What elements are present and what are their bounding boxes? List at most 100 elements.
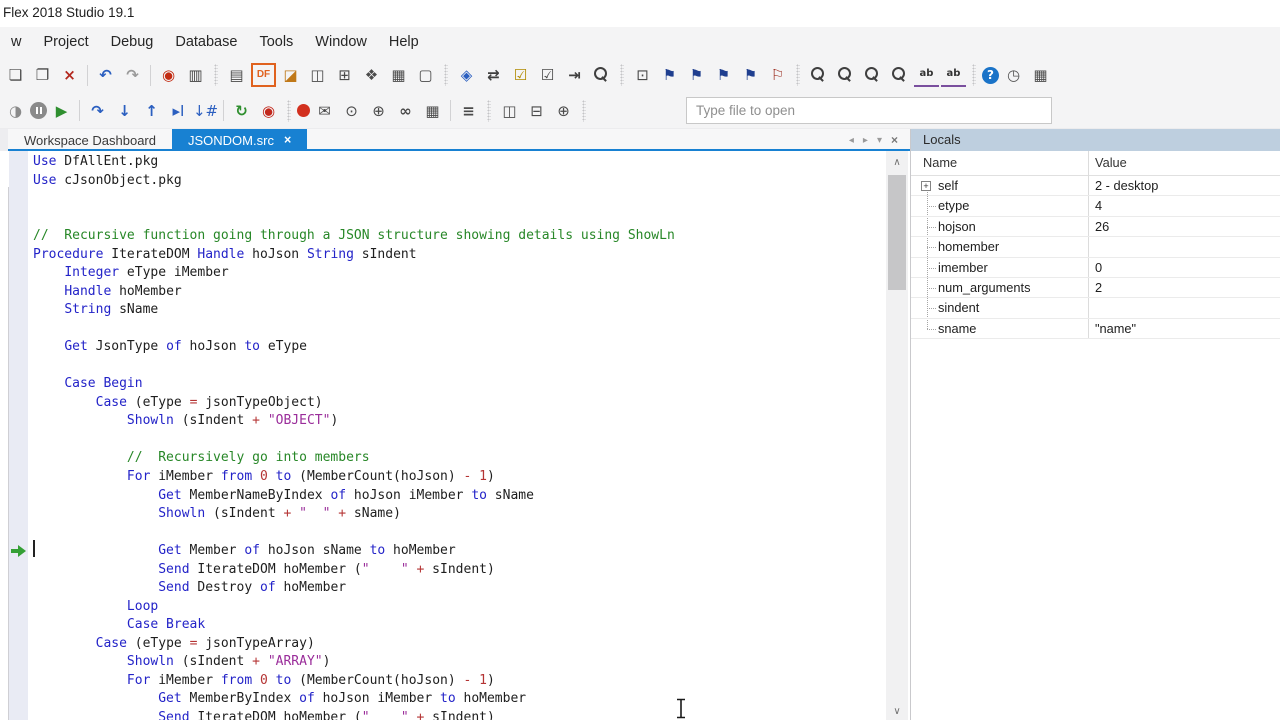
clear-bookmarks-icon[interactable]: ⚐ <box>765 63 790 87</box>
step-over-icon[interactable]: ↷ <box>85 99 110 123</box>
find-next-icon[interactable] <box>860 63 885 87</box>
run-to-cursor-icon[interactable]: ▸I <box>166 99 191 123</box>
toolbar-drag-handle[interactable] <box>972 64 976 86</box>
paste-icon[interactable]: ❐ <box>30 63 55 87</box>
clipboard-check-icon[interactable]: ☑ <box>535 63 560 87</box>
tag-window-icon[interactable]: ⊡ <box>630 63 655 87</box>
file-preview-icon[interactable] <box>589 63 614 87</box>
toolbar-drag-handle[interactable] <box>287 100 291 122</box>
code-line: Send Destroy of hoMember <box>33 579 346 598</box>
expand-icon[interactable]: + <box>921 181 931 191</box>
locals-window-icon[interactable]: ⊕ <box>366 99 391 123</box>
code-line: Use DfAllEnt.pkg <box>33 153 158 172</box>
set-next-statement-icon[interactable]: ↓# <box>193 99 218 123</box>
menu-tools[interactable]: Tools <box>248 30 304 54</box>
code-line: Handle hoMember <box>33 283 182 302</box>
locals-row-homember[interactable]: homember <box>911 237 1280 257</box>
tab-scroll-left-icon[interactable]: ◂ <box>849 135 854 146</box>
code-line: For iMember from 0 to (MemberCount(hoJso… <box>33 672 495 691</box>
redo-icon[interactable]: ↷ <box>120 63 145 87</box>
watch-window-icon[interactable]: ⊙ <box>339 99 364 123</box>
step-out-icon[interactable]: ↑ <box>139 99 164 123</box>
color-palette-icon[interactable]: ❖ <box>359 63 384 87</box>
run-icon[interactable]: ◑ <box>3 99 28 123</box>
find-prev-icon[interactable] <box>833 63 858 87</box>
toolbar-drag-handle[interactable] <box>796 64 800 86</box>
locals-row-num_arguments[interactable]: num_arguments2 <box>911 278 1280 298</box>
toolbar-drag-handle[interactable] <box>582 100 586 122</box>
database-explorer-icon[interactable]: ◫ <box>305 63 330 87</box>
restart-icon[interactable]: ↻ <box>229 99 254 123</box>
tab-scroll-right-icon[interactable]: ▸ <box>863 135 868 146</box>
bookmark-next-icon[interactable]: ⚑ <box>711 63 736 87</box>
tab-jsondom-src[interactable]: JSONDOM.src× <box>172 129 307 151</box>
tab-close-icon[interactable]: × <box>891 133 898 147</box>
properties-icon[interactable]: ▤ <box>224 63 249 87</box>
web-db-icon[interactable]: ⊕ <box>551 99 576 123</box>
print-icon[interactable]: ▥ <box>183 63 208 87</box>
locals-row-sindent[interactable]: sindent <box>911 298 1280 318</box>
find-in-files-icon[interactable] <box>887 63 912 87</box>
window-layout-icon[interactable]: ▦ <box>1028 63 1053 87</box>
menu-database[interactable]: Database <box>164 30 248 54</box>
copy-icon[interactable]: ❏ <box>3 63 28 87</box>
file-open-input[interactable] <box>686 97 1052 124</box>
help-icon[interactable]: ? <box>982 67 999 84</box>
bookmark-first-icon[interactable]: ⚑ <box>657 63 682 87</box>
replace-in-files-icon[interactable]: ab <box>941 63 966 87</box>
find-icon[interactable] <box>806 63 831 87</box>
db-builder-icon[interactable]: ⊟ <box>524 99 549 123</box>
debug-run-icon[interactable]: ▶ <box>49 99 74 123</box>
delete-icon[interactable]: × <box>57 63 82 87</box>
code-line: Send IterateDOM hoMember (" " + sIndent) <box>33 709 495 720</box>
email-icon[interactable]: ✉ <box>312 99 337 123</box>
export-file-icon[interactable]: ⇥ <box>562 63 587 87</box>
image-check-icon[interactable]: ☑ <box>508 63 533 87</box>
menu-window[interactable]: Window <box>304 30 378 54</box>
callstack-window-icon[interactable]: ▦ <box>420 99 445 123</box>
editor-scrollbar[interactable]: ∧ ∨ <box>886 151 908 720</box>
autos-window-icon[interactable]: ∞ <box>393 99 418 123</box>
compile-icon[interactable]: ◈ <box>454 63 479 87</box>
db-table-icon[interactable]: ◫ <box>497 99 522 123</box>
column-header-name[interactable]: Name <box>923 155 957 170</box>
tab-workspace-dashboard[interactable]: Workspace Dashboard <box>8 129 172 151</box>
scrollbar-thumb[interactable] <box>888 175 906 290</box>
replace-icon[interactable]: ab <box>914 63 939 87</box>
locals-row-self[interactable]: +self2 - desktop <box>911 176 1280 196</box>
pause-icon[interactable] <box>30 102 47 119</box>
column-header-value[interactable]: Value <box>1095 155 1127 170</box>
locals-row-sname[interactable]: sname"name" <box>911 319 1280 339</box>
image-export-icon[interactable]: ◪ <box>278 63 303 87</box>
code-editor[interactable]: Use DfAllEnt.pkgUse cJsonObject.pkg// Re… <box>0 151 910 720</box>
dataflex-report-icon[interactable]: DF <box>251 63 276 87</box>
undo-icon[interactable]: ↶ <box>93 63 118 87</box>
menu-debug[interactable]: Debug <box>100 30 165 54</box>
bookmark-last-icon[interactable]: ⚑ <box>738 63 763 87</box>
data-browser-icon[interactable]: ▦ <box>386 63 411 87</box>
locals-row-hojson[interactable]: hojson26 <box>911 217 1280 237</box>
locals-row-imember[interactable]: imember0 <box>911 258 1280 278</box>
tab-list-icon[interactable]: ▾ <box>877 135 882 146</box>
toolbar-drag-handle[interactable] <box>620 64 624 86</box>
scroll-up-icon[interactable]: ∧ <box>886 154 908 171</box>
check-updates-icon[interactable]: ◷ <box>1001 63 1026 87</box>
locals-row-etype[interactable]: etype4 <box>911 196 1280 216</box>
toolbar-drag-handle[interactable] <box>214 64 218 86</box>
toggle-breakpoint-icon[interactable] <box>297 104 310 117</box>
menu-project[interactable]: Project <box>32 30 99 54</box>
tab-close-icon[interactable]: × <box>284 133 291 147</box>
menu-help[interactable]: Help <box>378 30 430 54</box>
menu-w[interactable]: w <box>0 30 32 54</box>
record-macro-icon[interactable]: ◉ <box>156 63 181 87</box>
stop-debug-icon[interactable]: ◉ <box>256 99 281 123</box>
table-editor-icon[interactable]: ⊞ <box>332 63 357 87</box>
output-window-icon[interactable]: ≡ <box>456 99 481 123</box>
sync-arrows-icon[interactable]: ⇄ <box>481 63 506 87</box>
scroll-down-icon[interactable]: ∨ <box>886 703 908 720</box>
toolbar-drag-handle[interactable] <box>444 64 448 86</box>
step-into-icon[interactable]: ↓ <box>112 99 137 123</box>
bookmark-prev-icon[interactable]: ⚑ <box>684 63 709 87</box>
new-file-icon[interactable]: ▢ <box>413 63 438 87</box>
toolbar-drag-handle[interactable] <box>487 100 491 122</box>
